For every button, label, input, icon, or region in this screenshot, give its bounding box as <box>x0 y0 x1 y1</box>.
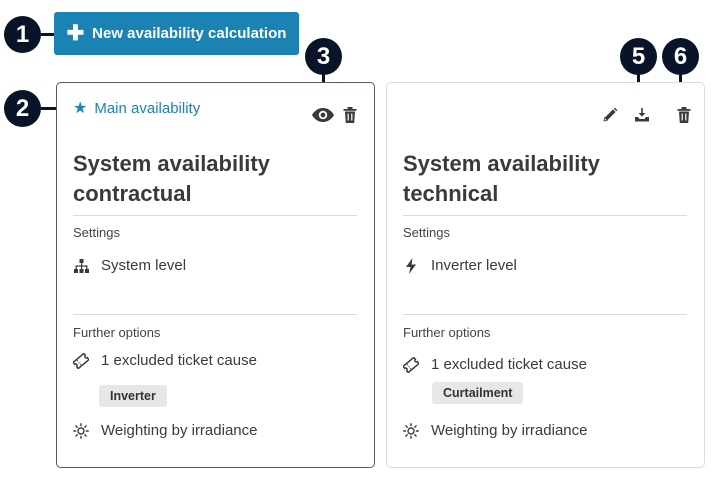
delete-button[interactable] <box>672 103 696 127</box>
divider <box>403 215 687 216</box>
callout-1: 1 <box>4 16 41 53</box>
excluded-ticket-row: 1 excluded ticket cause <box>403 356 587 373</box>
card-title: System availability contractual <box>73 151 270 206</box>
divider <box>403 314 687 315</box>
card-title: System availability technical <box>403 151 600 206</box>
settings-label: Settings <box>403 225 450 240</box>
trash-icon <box>677 107 691 123</box>
callout-5: 5 <box>620 38 657 75</box>
lightning-icon <box>403 257 419 274</box>
pencil-icon <box>603 107 618 122</box>
new-availability-calculation-button[interactable]: ✚ New availability calculation <box>54 12 299 55</box>
sun-icon <box>403 422 419 439</box>
view-button[interactable] <box>311 103 335 127</box>
weighting-row: Weighting by irradiance <box>403 422 587 439</box>
callout-2: 2 <box>4 90 41 127</box>
eye-icon <box>312 108 334 122</box>
excluded-ticket-text: 1 excluded ticket cause <box>431 356 587 373</box>
availability-card-technical[interactable]: System availability technical Settings I… <box>386 82 705 468</box>
availability-card-contractual[interactable]: ★ Main availability System availability … <box>56 82 375 468</box>
new-availability-calculation-label: New availability calculation <box>92 25 287 42</box>
weighting-row: Weighting by irradiance <box>73 422 257 439</box>
main-availability-indicator: ★ Main availability <box>73 98 200 118</box>
ticket-icon <box>403 356 419 373</box>
callout-6: 6 <box>662 38 699 75</box>
ticket-icon <box>73 352 89 369</box>
weighting-text: Weighting by irradiance <box>101 422 258 439</box>
settings-label: Settings <box>73 225 120 240</box>
setting-row: System level <box>73 257 186 274</box>
set-main-availability-button[interactable] <box>630 103 654 127</box>
main-availability-label: Main availability <box>94 99 201 117</box>
excluded-ticket-text: 1 excluded ticket cause <box>101 352 257 369</box>
star-icon: ★ <box>73 100 88 117</box>
divider <box>73 314 357 315</box>
setting-value: System level <box>101 257 187 274</box>
delete-button[interactable] <box>338 103 362 127</box>
sun-icon <box>73 422 89 439</box>
ticket-cause-tag: Curtailment <box>432 382 524 404</box>
further-options-label: Further options <box>73 325 161 340</box>
further-options-label: Further options <box>403 325 491 340</box>
plus-icon: ✚ <box>66 22 85 45</box>
callout-3: 3 <box>305 38 342 75</box>
download-tray-icon <box>635 108 649 122</box>
setting-row: Inverter level <box>403 257 517 274</box>
callout-1-line <box>40 33 54 36</box>
divider <box>73 215 357 216</box>
weighting-text: Weighting by irradiance <box>431 422 588 439</box>
trash-icon <box>343 107 357 123</box>
excluded-ticket-row: 1 excluded ticket cause <box>73 352 257 369</box>
hierarchy-icon <box>73 258 89 274</box>
setting-value: Inverter level <box>431 257 517 274</box>
edit-button[interactable] <box>598 103 622 127</box>
ticket-cause-tag: Inverter <box>99 385 167 407</box>
